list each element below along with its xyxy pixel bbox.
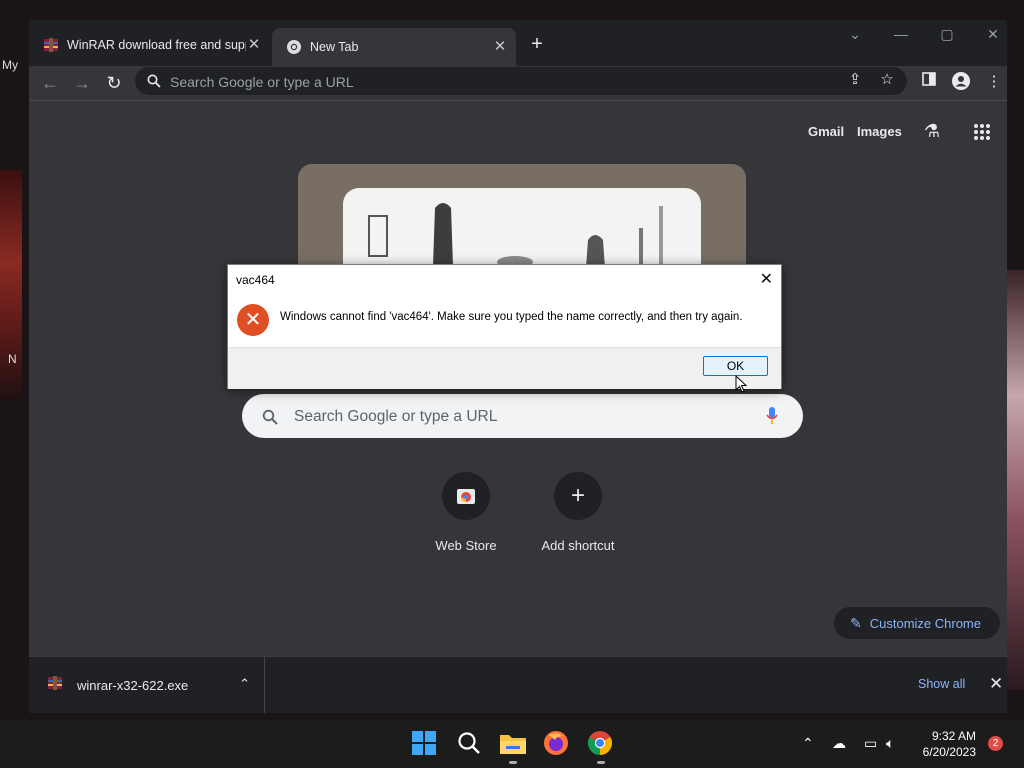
shortcut-label: Add shortcut [541, 538, 615, 553]
tab-strip: WinRAR download free and supp ✕ New Tab … [29, 20, 1007, 66]
labs-flask-icon[interactable]: ⚗ [922, 121, 942, 141]
network-icon[interactable]: ▭ [864, 735, 877, 752]
tab-title: New Tab [310, 40, 359, 54]
reload-button[interactable]: ↻ [103, 72, 125, 94]
close-icon[interactable]: ✕ [492, 39, 508, 55]
system-clock[interactable]: 9:32 AM 6/20/2023 [912, 728, 976, 760]
bookmark-star-icon[interactable]: ☆ [877, 70, 897, 90]
windows-taskbar: ⌃ ☁ ▭ 🔈︎ 9:32 AM 6/20/2023 2 [0, 720, 1024, 768]
search-icon [458, 732, 480, 754]
search-icon [262, 409, 278, 425]
address-bar[interactable]: Search Google or type a URL ⇪ ☆ [135, 67, 907, 95]
gmail-link[interactable]: Gmail [808, 124, 844, 139]
shortcut-label: Web Store [435, 538, 497, 553]
mouse-cursor-icon [735, 375, 747, 393]
run-error-dialog: vac464 ✕ ✕ Windows cannot find 'vac464'.… [227, 264, 782, 389]
show-all-downloads-button[interactable]: Show all [918, 677, 965, 691]
desktop-icon-label[interactable]: N [8, 352, 17, 366]
download-file-name: winrar-x32-622.exe [77, 677, 189, 693]
customize-chrome-label: Customize Chrome [869, 615, 981, 631]
ntp-search-box[interactable]: Search Google or type a URL [242, 394, 803, 438]
tab-search-icon[interactable]: ⌄ [841, 26, 869, 43]
taskbar-chrome[interactable] [587, 730, 615, 764]
winrar-icon [43, 37, 59, 53]
dialog-title: vac464 [236, 273, 275, 287]
plus-icon: + [554, 472, 602, 520]
new-tab-button[interactable]: + [527, 34, 547, 54]
tab-title: WinRAR download free and supp [67, 38, 246, 52]
tab-new-tab[interactable]: New Tab ✕ [272, 28, 516, 66]
address-bar-placeholder: Search Google or type a URL [170, 74, 354, 90]
folder-icon [500, 735, 526, 754]
download-item[interactable]: winrar-x32-622.exe ⌃ [29, 657, 265, 713]
google-doodle[interactable] [298, 164, 746, 264]
images-link[interactable]: Images [857, 124, 902, 139]
chevron-up-icon[interactable]: ⌃ [239, 676, 250, 692]
taskbar-search-button[interactable] [456, 730, 484, 758]
close-icon[interactable]: ✕ [760, 269, 773, 289]
error-icon: ✕ [237, 304, 269, 336]
close-window-button[interactable]: ✕ [979, 26, 1007, 43]
chrome-icon [286, 39, 302, 55]
microphone-icon[interactable] [766, 407, 778, 425]
winrar-icon [47, 675, 63, 696]
customize-chrome-button[interactable]: ✎ Customize Chrome [834, 607, 1000, 639]
pencil-icon: ✎ [850, 614, 862, 631]
add-shortcut-button[interactable]: + Add shortcut [523, 472, 633, 553]
running-indicator [509, 761, 517, 764]
running-indicator [597, 761, 605, 764]
volume-icon[interactable]: 🔈︎ [886, 735, 894, 752]
close-icon[interactable]: ✕ [246, 37, 262, 53]
minimize-button[interactable]: — [887, 26, 915, 42]
desktop-icon-label[interactable]: My [2, 58, 18, 72]
profile-icon[interactable] [951, 72, 971, 92]
start-button[interactable] [411, 730, 439, 758]
maximize-button[interactable]: ▢ [933, 26, 961, 43]
toolbar-divider [29, 100, 1007, 101]
apps-grid-icon[interactable] [973, 123, 991, 146]
taskbar-file-explorer[interactable] [499, 730, 527, 764]
onedrive-offline-icon[interactable]: ☁ [832, 735, 846, 752]
close-icon[interactable]: ✕ [989, 674, 1003, 694]
windows-logo-icon [412, 731, 436, 755]
notification-badge[interactable]: 2 [988, 736, 1003, 751]
chrome-icon [587, 731, 613, 755]
browser-toolbar: ← → ↻ Search Google or type a URL ⇪ ☆ ⋮ [29, 66, 1007, 100]
back-button[interactable]: ← [39, 72, 61, 94]
desktop-wallpaper-right [1004, 270, 1024, 690]
forward-button[interactable]: → [71, 72, 93, 94]
ok-button[interactable]: OK [703, 356, 768, 376]
shortcut-web-store[interactable]: Web Store [411, 472, 521, 553]
doodle-image [343, 188, 701, 264]
search-icon [147, 74, 161, 88]
chevron-up-icon[interactable]: ⌃ [802, 735, 814, 752]
firefox-icon [544, 731, 568, 755]
taskbar-firefox[interactable] [543, 730, 571, 758]
ntp-search-placeholder: Search Google or type a URL [294, 408, 498, 425]
tab-winrar[interactable]: WinRAR download free and supp ✕ [29, 30, 270, 60]
clock-time: 9:32 AM [931, 729, 976, 743]
dialog-message: Windows cannot find 'vac464'. Make sure … [280, 311, 743, 323]
more-menu-icon[interactable]: ⋮ [984, 72, 1004, 92]
clock-date: 6/20/2023 [922, 745, 976, 759]
web-store-icon [442, 472, 490, 520]
side-panel-icon[interactable] [919, 72, 939, 92]
download-shelf: winrar-x32-622.exe ⌃ Show all ✕ [29, 656, 1007, 713]
share-icon[interactable]: ⇪ [845, 70, 865, 90]
dialog-footer: OK [228, 347, 781, 389]
